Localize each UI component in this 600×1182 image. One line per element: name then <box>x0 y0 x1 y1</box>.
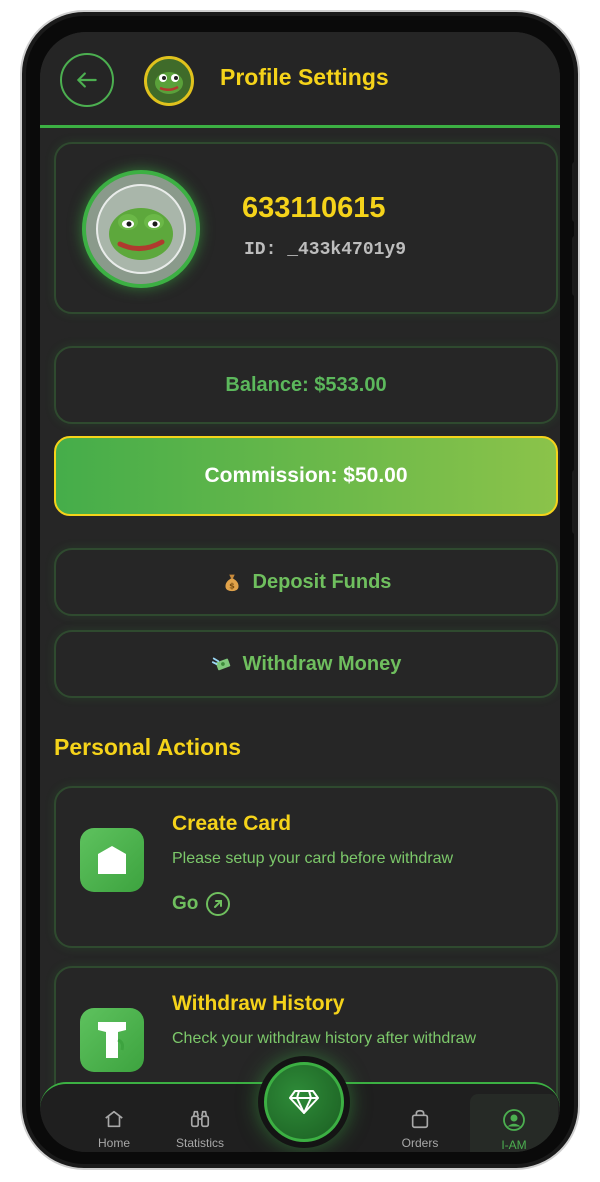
nav-label: I-AM <box>501 1138 527 1152</box>
page-title: Profile Settings <box>220 64 389 90</box>
deposit-label: Deposit Funds <box>252 570 392 593</box>
username: 633110615 <box>242 192 386 224</box>
nav-item-statistics[interactable]: Statistics <box>160 1108 240 1150</box>
nav-label: Orders <box>401 1136 439 1150</box>
feature-title: Create Card <box>172 812 292 835</box>
withdraw-label: Withdraw Money <box>242 652 402 675</box>
back-button[interactable] <box>60 53 114 107</box>
go-link[interactable]: Go <box>172 892 231 916</box>
balance-card: Balance: $533.00 <box>54 346 558 424</box>
history-icon <box>98 1022 126 1058</box>
diamond-icon <box>289 1090 319 1114</box>
bag-icon <box>411 1109 429 1129</box>
nav-item-i-am[interactable]: I-AM <box>474 1108 554 1152</box>
balance-label: Balance: $533.00 <box>225 373 387 396</box>
feature-description: Please setup your card before withdraw <box>172 850 454 867</box>
card-icon <box>98 846 126 874</box>
home-icon <box>105 1110 123 1128</box>
arrow-up-right-icon <box>206 892 231 916</box>
create-card-item[interactable]: Create Card Please setup your card befor… <box>54 786 558 948</box>
nav-item-home[interactable]: Home <box>74 1108 154 1150</box>
side-button <box>572 470 574 534</box>
money-bag-icon: $ <box>225 574 239 592</box>
go-label: Go <box>172 893 199 914</box>
svg-text:$: $ <box>229 580 235 590</box>
nav-label: Home <box>97 1136 130 1150</box>
feature-description: Check your withdraw history after withdr… <box>172 1030 477 1047</box>
feature-icon <box>80 1008 144 1072</box>
header-avatar <box>144 56 194 106</box>
profile-card: 633110615 ID: _433k4701y9 <box>54 142 558 314</box>
user-circle-icon <box>503 1109 525 1131</box>
pepe-coin-icon <box>147 59 191 103</box>
avatar <box>82 170 200 288</box>
side-button <box>572 162 574 222</box>
pepe-coin-avatar <box>86 174 196 284</box>
side-button <box>572 236 574 296</box>
nav-label: Statistics <box>175 1136 224 1150</box>
withdraw-money-button[interactable]: Withdraw Money <box>54 630 558 698</box>
feature-title: Withdraw History <box>172 992 345 1015</box>
feature-icon <box>80 828 144 892</box>
header: Profile Settings <box>40 32 560 128</box>
binoculars-icon <box>190 1110 210 1128</box>
nav-item-orders[interactable]: Orders <box>380 1108 460 1150</box>
deposit-funds-button[interactable]: $ Deposit Funds <box>54 548 558 616</box>
app-screen: Profile Settings 633110615 ID: _433k4701… <box>40 32 560 1152</box>
commission-card: Commission: $50.00 <box>54 436 558 516</box>
center-action-button[interactable] <box>264 1062 344 1142</box>
phone-frame: Profile Settings 633110615 ID: _433k4701… <box>22 12 578 1168</box>
user-id: ID: _433k4701y9 <box>244 240 407 260</box>
center-action-ring <box>258 1056 350 1148</box>
section-title: Personal Actions <box>54 734 242 760</box>
commission-label: Commission: $50.00 <box>204 464 408 487</box>
flying-money-icon <box>211 657 230 671</box>
arrow-left-icon <box>77 72 97 88</box>
